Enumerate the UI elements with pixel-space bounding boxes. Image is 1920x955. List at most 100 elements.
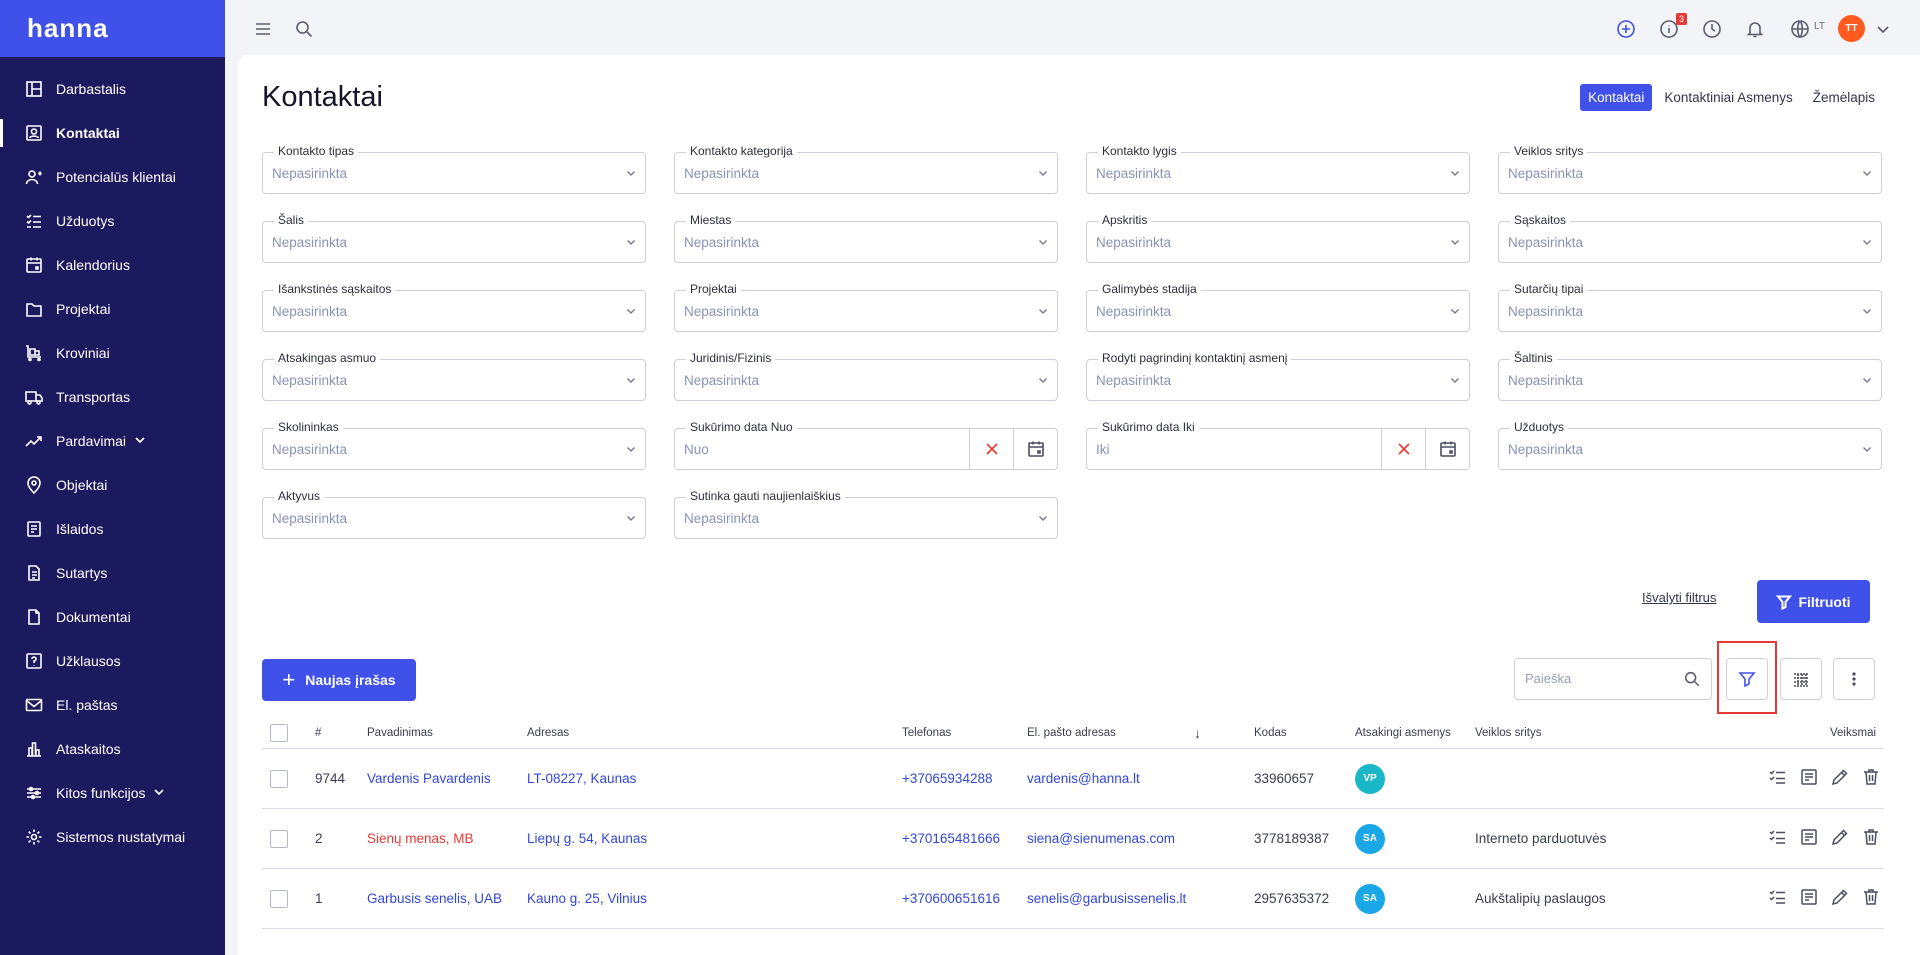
sidebar-item-transportas[interactable]: Transportas — [0, 375, 225, 419]
responsible-avatar[interactable]: VP — [1355, 763, 1385, 794]
globe-icon[interactable] — [1789, 18, 1811, 40]
select-filter-field[interactable]: Galimybės stadija Nepasirinkta — [1086, 282, 1470, 332]
select-all-checkbox[interactable] — [270, 723, 288, 742]
sidebar-item-pardavimai[interactable]: Pardavimai — [0, 419, 225, 463]
sidebar-item-ataskaitos[interactable]: Ataskaitos — [0, 727, 225, 771]
select-filter-field[interactable]: Rodyti pagrindinį kontaktinį asmenį Nepas… — [1086, 351, 1470, 401]
select-filter-field[interactable]: Kontakto lygis Nepasirinkta — [1086, 144, 1470, 194]
select-filter-field[interactable]: Sutinka gauti naujienlaiškius Nepasirinkt… — [674, 489, 1058, 539]
new-record-button[interactable]: + Naujas įrašas — [262, 659, 416, 701]
select-filter-field[interactable]: Kontakto tipas Nepasirinkta — [262, 144, 646, 194]
date-filter-field[interactable]: Sukūrimo data Nuo Nuo — [674, 420, 1058, 470]
sort-arrow-icon[interactable]: ↓ — [1194, 725, 1201, 741]
row-checkbox[interactable] — [270, 829, 288, 848]
clear-date-icon[interactable] — [1381, 429, 1425, 469]
row-checkbox[interactable] — [270, 769, 288, 788]
sidebar-item-projektai[interactable]: Projektai — [0, 287, 225, 331]
delete-icon[interactable] — [1861, 827, 1881, 850]
tab-žemėlapis[interactable]: Žemėlapis — [1805, 84, 1883, 111]
add-circle-icon[interactable] — [1615, 18, 1637, 40]
search-input[interactable] — [1525, 671, 1675, 686]
sidebar-item-kitos-funkcijos[interactable]: Kitos funkcijos — [0, 771, 225, 815]
hamburger-menu-icon[interactable] — [252, 18, 274, 40]
sidebar-item-užklausos[interactable]: Užklausos — [0, 639, 225, 683]
header-name[interactable]: Pavadinimas — [367, 727, 433, 739]
tab-kontaktai[interactable]: Kontaktai — [1580, 84, 1653, 111]
select-filter-field[interactable]: Juridinis/Fizinis Nepasirinkta — [674, 351, 1058, 401]
user-avatar[interactable]: TT — [1838, 15, 1865, 42]
sidebar-item-kontaktai[interactable]: Kontaktai — [0, 111, 225, 155]
select-filter-field[interactable]: Kontakto kategorija Nepasirinkta — [674, 144, 1058, 194]
row-email-link[interactable]: vardenis@hanna.lt — [1027, 771, 1140, 786]
row-name-link[interactable]: Sienų menas, MB — [367, 831, 474, 846]
row-address-link[interactable]: Liepų g. 54, Kaunas — [527, 831, 647, 846]
more-options-button[interactable] — [1833, 658, 1875, 700]
sidebar-item-dokumentai[interactable]: Dokumentai — [0, 595, 225, 639]
edit-icon[interactable] — [1830, 827, 1850, 850]
row-name-link[interactable]: Garbusis senelis, UAB — [367, 891, 502, 906]
row-name-link[interactable]: Vardenis Pavardenis — [367, 771, 491, 786]
row-address-link[interactable]: LT-08227, Kaunas — [527, 771, 636, 786]
header-code[interactable]: Kodas — [1254, 727, 1287, 739]
clear-date-icon[interactable] — [969, 429, 1013, 469]
language-label[interactable]: LT — [1814, 21, 1825, 32]
select-filter-field[interactable]: Atsakingas asmuo Nepasirinkta — [262, 351, 646, 401]
select-filter-field[interactable]: Apskritis Nepasirinkta — [1086, 213, 1470, 263]
header-num[interactable]: # — [315, 727, 321, 739]
sidebar-item-darbastalis[interactable]: Darbastalis — [0, 67, 225, 111]
responsible-avatar[interactable]: SA — [1355, 823, 1385, 854]
table-row[interactable]: 9744 Vardenis Pavardenis LT-08227, Kaunas +… — [262, 749, 1884, 809]
header-phone[interactable]: Telefonas — [902, 727, 951, 739]
header-address[interactable]: Adresas — [527, 727, 569, 739]
bell-icon[interactable] — [1744, 18, 1766, 40]
select-filter-field[interactable]: Išankstinės sąskaitos Nepasirinkta — [262, 282, 646, 332]
select-filter-field[interactable]: Veiklos sritys Nepasirinkta — [1498, 144, 1882, 194]
row-address-link[interactable]: Kauno g. 25, Vilnius — [527, 891, 647, 906]
responsible-avatar[interactable]: SA — [1355, 883, 1385, 914]
tasks-icon[interactable] — [1768, 887, 1788, 910]
date-filter-field[interactable]: Sukūrimo data Iki Iki — [1086, 420, 1470, 470]
select-filter-field[interactable]: Skolininkas Nepasirinkta — [262, 420, 646, 470]
select-filter-field[interactable]: Šalis Nepasirinkta — [262, 213, 646, 263]
header-email[interactable]: El. pašto adresas — [1027, 727, 1116, 739]
delete-icon[interactable] — [1861, 767, 1881, 790]
select-filter-field[interactable]: Šaltinis Nepasirinkta — [1498, 351, 1882, 401]
sidebar-item-potencialūs-klientai[interactable]: Potencialūs klientai — [0, 155, 225, 199]
table-row[interactable]: 2 Sienų menas, MB Liepų g. 54, Kaunas +3701… — [262, 809, 1884, 869]
sidebar-item-kalendorius[interactable]: Kalendorius — [0, 243, 225, 287]
tasks-icon[interactable] — [1768, 767, 1788, 790]
row-email-link[interactable]: senelis@garbusissenelis.lt — [1027, 891, 1186, 906]
sidebar-item-išlaidos[interactable]: Išlaidos — [0, 507, 225, 551]
select-filter-field[interactable]: Sąskaitos Nepasirinkta — [1498, 213, 1882, 263]
row-phone-link[interactable]: +37065934288 — [902, 771, 992, 786]
select-filter-field[interactable]: Užduotys Nepasirinkta — [1498, 420, 1882, 470]
clear-filters-link[interactable]: Išvalyti filtrus — [1642, 590, 1716, 605]
header-activity[interactable]: Veiklos sritys — [1475, 727, 1541, 739]
info-icon[interactable]: 3 — [1658, 13, 1687, 40]
search-icon[interactable] — [1683, 670, 1701, 693]
sidebar-item-el-paštas[interactable]: El. paštas — [0, 683, 225, 727]
row-email-link[interactable]: siena@sienumenas.com — [1027, 831, 1175, 846]
calendar-icon[interactable] — [1425, 429, 1469, 469]
header-responsible[interactable]: Atsakingi asmenys — [1355, 727, 1451, 739]
select-filter-field[interactable]: Sutarčių tipai Nepasirinkta — [1498, 282, 1882, 332]
sidebar-item-sutartys[interactable]: Sutartys — [0, 551, 225, 595]
calendar-icon[interactable] — [1013, 429, 1057, 469]
sidebar-item-užduotys[interactable]: Užduotys — [0, 199, 225, 243]
note-icon[interactable] — [1799, 827, 1819, 850]
row-phone-link[interactable]: +370600651616 — [902, 891, 1000, 906]
edit-icon[interactable] — [1830, 887, 1850, 910]
row-phone-link[interactable]: +370165481666 — [902, 831, 1000, 846]
select-filter-field[interactable]: Miestas Nepasirinkta — [674, 213, 1058, 263]
chevron-down-icon[interactable] — [1872, 18, 1894, 40]
select-filter-field[interactable]: Aktyvus Nepasirinkta — [262, 489, 646, 539]
brand-logo[interactable]: hanna — [0, 0, 225, 57]
columns-button[interactable] — [1780, 658, 1822, 700]
tab-kontaktiniai-asmenys[interactable]: Kontaktiniai Asmenys — [1656, 84, 1800, 111]
clock-icon[interactable] — [1701, 18, 1723, 40]
note-icon[interactable] — [1799, 767, 1819, 790]
note-icon[interactable] — [1799, 887, 1819, 910]
table-row[interactable]: 1 Garbusis senelis, UAB Kauno g. 25, Vilni… — [262, 869, 1884, 929]
sidebar-item-kroviniai[interactable]: Kroviniai — [0, 331, 225, 375]
apply-filters-button[interactable]: Filtruoti — [1757, 580, 1870, 623]
